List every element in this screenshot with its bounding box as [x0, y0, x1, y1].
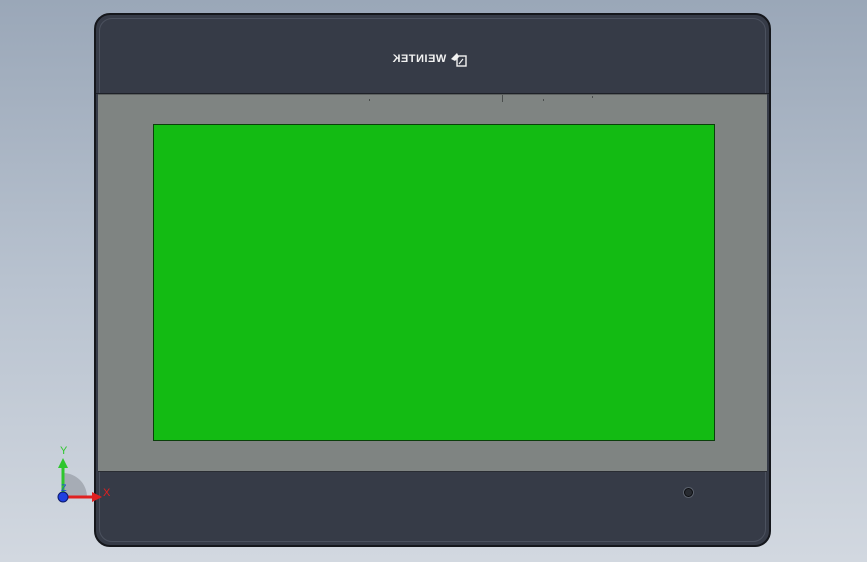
frame-mark [543, 99, 544, 101]
frame-mark [592, 96, 593, 98]
cad-viewport[interactable]: WEINTEK Y X Z [0, 0, 867, 562]
frame-mark [369, 99, 370, 101]
y-axis-arrow [58, 458, 68, 468]
x-axis-arrow [92, 492, 102, 502]
power-led-icon [684, 488, 693, 497]
y-axis-label: Y [60, 445, 68, 457]
frame-mark [502, 95, 503, 102]
z-axis-label: Z [61, 483, 67, 493]
coordinate-triad: Y X Z [57, 445, 111, 503]
display-frame [98, 94, 767, 472]
z-axis-dot [57, 491, 69, 503]
bottom-bezel [96, 468, 769, 545]
brand-logo: WEINTEK [392, 50, 469, 68]
brand-text: WEINTEK [392, 53, 447, 65]
top-bezel: WEINTEK [96, 15, 769, 94]
weintek-logo-icon [451, 53, 467, 67]
touch-screen[interactable] [153, 124, 715, 441]
hmi-device[interactable]: WEINTEK [94, 13, 771, 547]
x-axis-label: X [103, 487, 111, 499]
